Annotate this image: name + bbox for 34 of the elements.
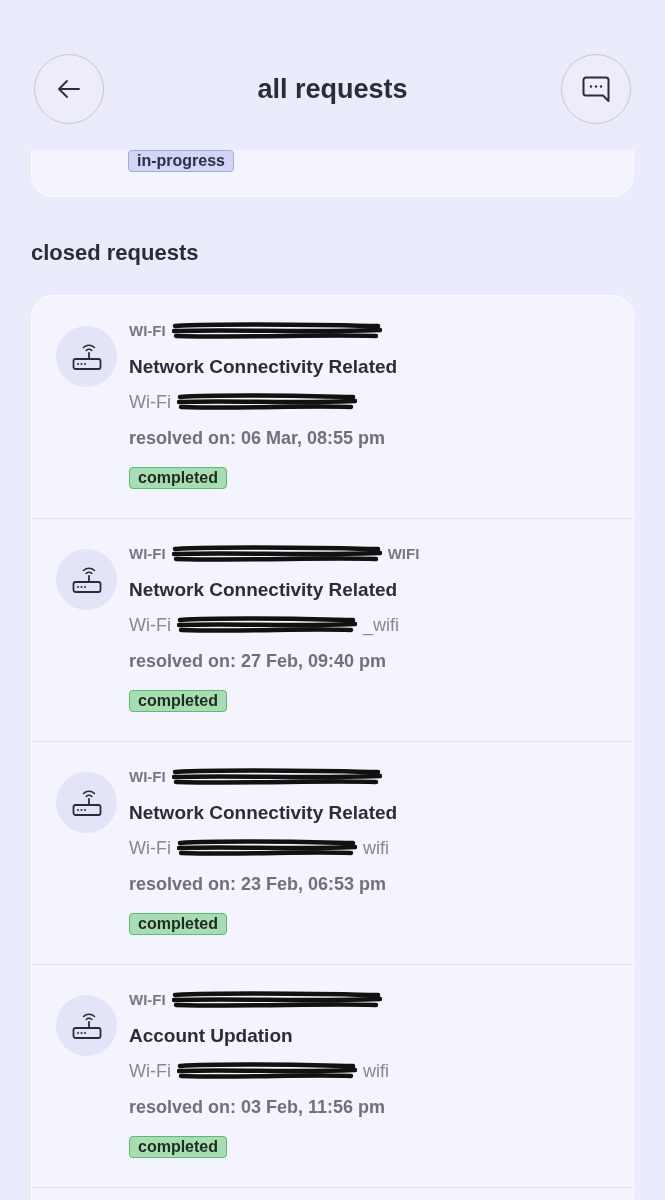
resolved-date: resolved on: 06 Mar, 08:55 pm [129,427,387,450]
request-row[interactable]: WI-FI Account Updation Wi-Fi wifi resolved on: 03 Feb, 11:56 pm completed [32,965,633,1188]
request-category: Network Connectivity Related [129,354,398,379]
device-id-text: WI-FI [129,545,166,563]
resolved-date: resolved on: 03 Feb, 11:56 pm [129,1096,387,1119]
status-badge: completed [129,467,227,489]
wifi-name-text: Wi-Fi [129,614,171,636]
wifi-name-text: wifi [363,837,389,859]
status-badge: completed [129,913,227,935]
request-category: Network Connectivity Related [129,800,398,825]
back-arrow-icon [57,79,81,99]
page-title: all requests [256,73,409,105]
request-row[interactable]: WI-FI Network Connectivity Related Wi-Fi resolved on: 06 Mar, 08:55 pm completed [32,296,633,519]
wifi-name-text: Wi-Fi [129,391,171,413]
section-heading: closed requests [31,239,200,267]
resolved-date: resolved on: 23 Feb, 06:53 pm [129,873,388,896]
request-category: Account Updation [129,1023,294,1048]
device-id-text: WI-FI [129,991,166,1009]
wifi-name-text: Wi-Fi [129,1060,171,1082]
request-row[interactable]: WI-FI WIFI Network Connectivity Related Wi-Fi _wifi resolved on: 27 Feb, 09:40 pm completed [32,519,633,742]
status-badge: completed [129,690,227,712]
request-row[interactable]: WI-FI Network Connectivity Related Wi-Fi wifi resolved on: 23 Feb, 06:53 pm completed [32,742,633,965]
status-badge: in-progress [128,150,234,172]
request-category: Network Connectivity Related [129,577,399,602]
request-card[interactable]: in-progress [31,150,634,197]
wifi-name-text: _wifi [363,614,399,636]
wifi-name-text: wifi [363,1060,389,1082]
wifi-name-text: Wi-Fi [129,837,171,859]
device-id-text: WI-FI [129,322,166,340]
chat-bubble-icon [582,75,610,103]
status-badge: completed [129,1136,227,1158]
device-id-text: WIFI [387,545,420,563]
resolved-date: resolved on: 27 Feb, 09:40 pm [129,650,388,673]
device-id-text: WI-FI [129,768,166,786]
